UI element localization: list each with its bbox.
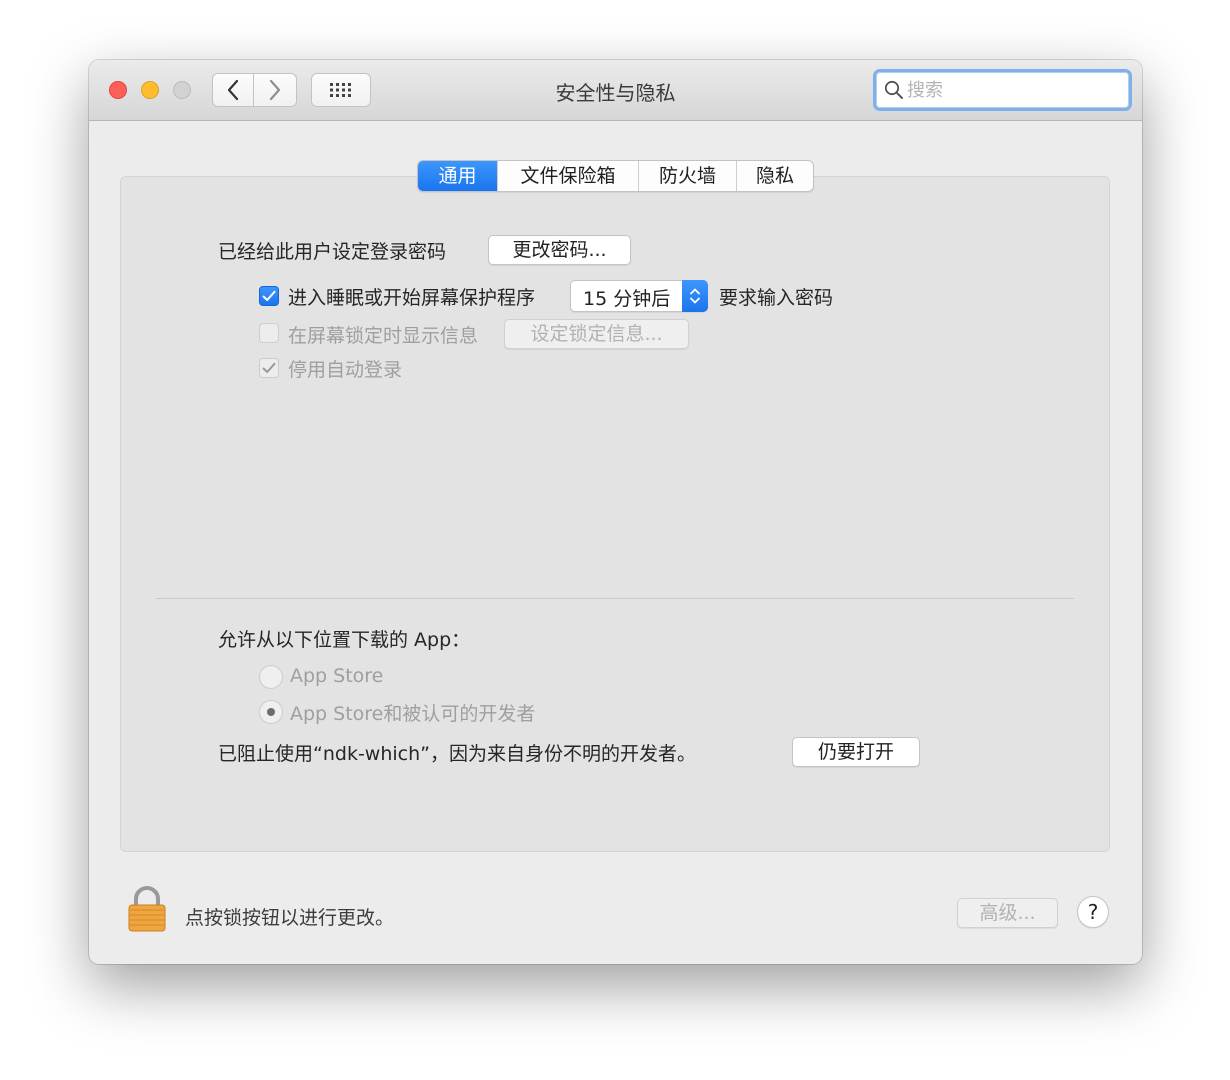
section-divider xyxy=(156,598,1074,599)
set-lock-message-button[interactable]: 设定锁定信息... xyxy=(504,319,689,349)
lock-icon[interactable] xyxy=(127,886,167,932)
radio-app-store-label: App Store xyxy=(290,665,384,687)
lock-hint-label: 点按锁按钮以进行更改。 xyxy=(185,907,395,929)
search-icon xyxy=(884,80,903,99)
checkmark-icon xyxy=(262,290,276,301)
lock-message-checkbox[interactable] xyxy=(259,323,279,343)
downloads-heading: 允许从以下位置下载的 App： xyxy=(218,629,471,651)
radio-app-store-identified-label: App Store和被认可的开发者 xyxy=(290,703,536,725)
tab-privacy[interactable]: 隐私 xyxy=(737,161,813,191)
disable-auto-login-label: 停用自动登录 xyxy=(288,359,403,381)
blocked-app-message: 已阻止使用“ndk-which”，因为来自身份不明的开发者。 xyxy=(218,743,696,765)
preferences-window: 安全性与隐私 通用 文件保险箱 防火墙 隐私 已经给此用户设定登录密码 更改密码… xyxy=(89,60,1142,964)
open-anyway-button[interactable]: 仍要打开 xyxy=(792,737,920,767)
help-button[interactable]: ? xyxy=(1077,896,1109,928)
change-password-button[interactable]: 更改密码... xyxy=(488,235,631,265)
search-input[interactable] xyxy=(907,78,1117,102)
password-set-label: 已经给此用户设定登录密码 xyxy=(218,241,447,263)
updown-arrows-icon xyxy=(682,280,708,312)
password-delay-value: 15 分钟后 xyxy=(583,288,671,310)
radio-selected-dot xyxy=(267,708,275,716)
require-password-checkbox[interactable] xyxy=(259,286,279,306)
tab-firewall[interactable]: 防火墙 xyxy=(639,161,737,191)
radio-app-store-identified[interactable] xyxy=(259,700,283,724)
search-field[interactable] xyxy=(873,69,1132,111)
title-bar: 安全性与隐私 xyxy=(89,60,1142,121)
tab-filevault[interactable]: 文件保险箱 xyxy=(498,161,639,191)
radio-app-store[interactable] xyxy=(259,665,283,689)
advanced-button[interactable]: 高级... xyxy=(957,898,1058,928)
require-password-label: 进入睡眠或开始屏幕保护程序 xyxy=(288,287,536,309)
disable-auto-login-checkbox[interactable] xyxy=(259,358,279,378)
require-password-suffix: 要求输入密码 xyxy=(719,287,834,309)
tab-general[interactable]: 通用 xyxy=(418,161,498,191)
password-delay-select[interactable]: 15 分钟后 xyxy=(570,280,708,312)
checkmark-icon xyxy=(262,362,276,373)
tab-bar: 通用 文件保险箱 防火墙 隐私 xyxy=(417,160,814,192)
lock-message-label: 在屏幕锁定时显示信息 xyxy=(288,325,479,347)
